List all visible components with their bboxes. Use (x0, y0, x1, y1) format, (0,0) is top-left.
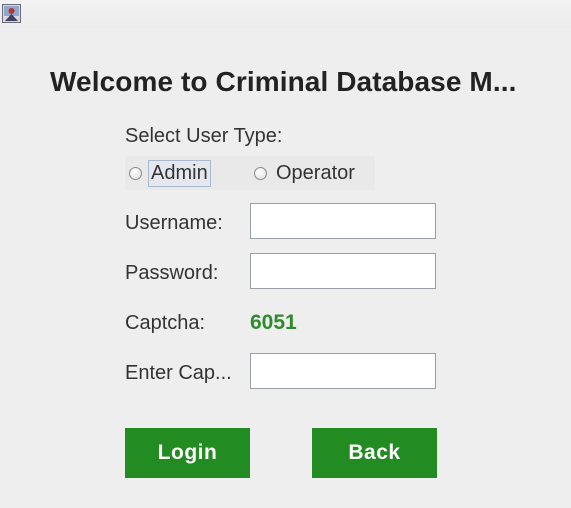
captcha-label: Captcha: (125, 312, 206, 334)
enter-captcha-field[interactable] (250, 353, 436, 389)
login-button[interactable]: Login (125, 428, 250, 478)
java-app-icon (2, 4, 21, 23)
admin-radio-label[interactable]: Admin (148, 159, 211, 187)
admin-radio-circle[interactable] (129, 166, 142, 180)
password-field[interactable] (250, 253, 436, 289)
captcha-value: 6051 (250, 311, 297, 334)
admin-radio[interactable]: Admin (129, 158, 211, 188)
user-type-label: Select User Type: (125, 125, 283, 147)
operator-radio[interactable]: Operator (254, 158, 357, 188)
operator-radio-label[interactable]: Operator (274, 161, 357, 186)
welcome-heading: Welcome to Criminal Database M... (50, 66, 517, 97)
enter-captcha-label: Enter Cap... (125, 362, 232, 384)
operator-radio-circle[interactable] (254, 166, 267, 180)
back-button[interactable]: Back (312, 428, 437, 478)
password-label: Password: (125, 262, 219, 284)
user-type-radio-group: Admin Operator (125, 156, 375, 190)
username-label: Username: (125, 212, 223, 234)
username-field[interactable] (250, 203, 436, 239)
title-bar (0, 0, 571, 28)
login-window: Welcome to Criminal Database M... Select… (0, 0, 571, 508)
